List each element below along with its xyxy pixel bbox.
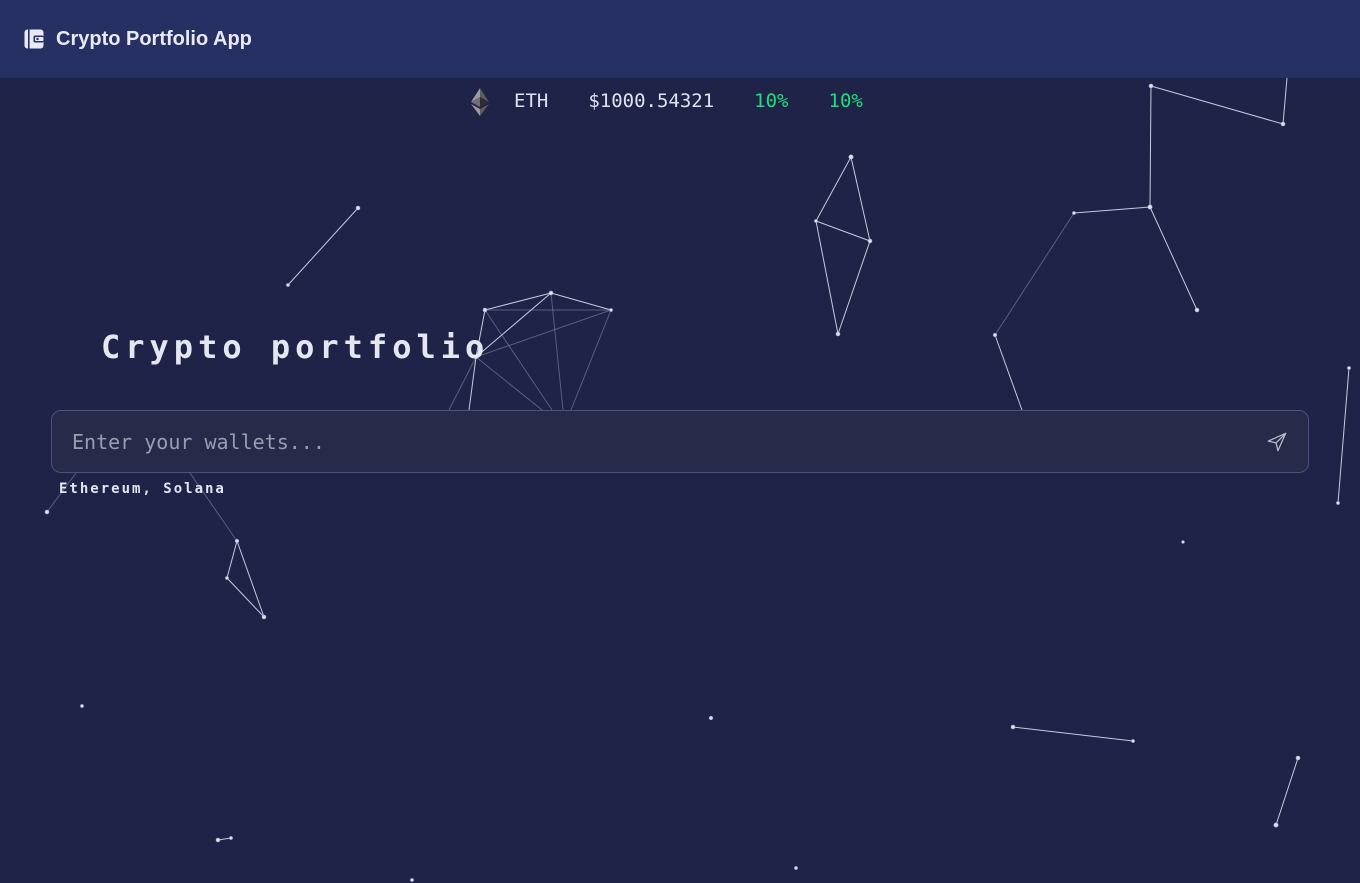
app-header: Crypto Portfolio App (0, 0, 1360, 78)
price-change-secondary: 10% (828, 90, 863, 112)
page-title: Crypto portfolio (101, 328, 490, 366)
coin-symbol: ETH (514, 90, 549, 112)
wallet-icon (24, 29, 44, 49)
price-change-primary: 10% (754, 90, 789, 112)
send-button[interactable] (1264, 429, 1290, 455)
ethereum-icon (466, 86, 494, 116)
supported-chains-hint: Ethereum, Solana (59, 481, 226, 497)
send-icon (1267, 432, 1287, 451)
network-nodes (44, 83, 1351, 882)
wallet-input[interactable] (70, 428, 1264, 455)
price-ticker: ETH $1000.54321 10% 10% (466, 84, 863, 118)
coin-price: $1000.54321 (588, 90, 715, 112)
wallet-input-container (51, 410, 1309, 473)
app-title: Crypto Portfolio App (56, 27, 252, 50)
page: Crypto Portfolio App ETH $1000.54321 10%… (0, 0, 1360, 883)
